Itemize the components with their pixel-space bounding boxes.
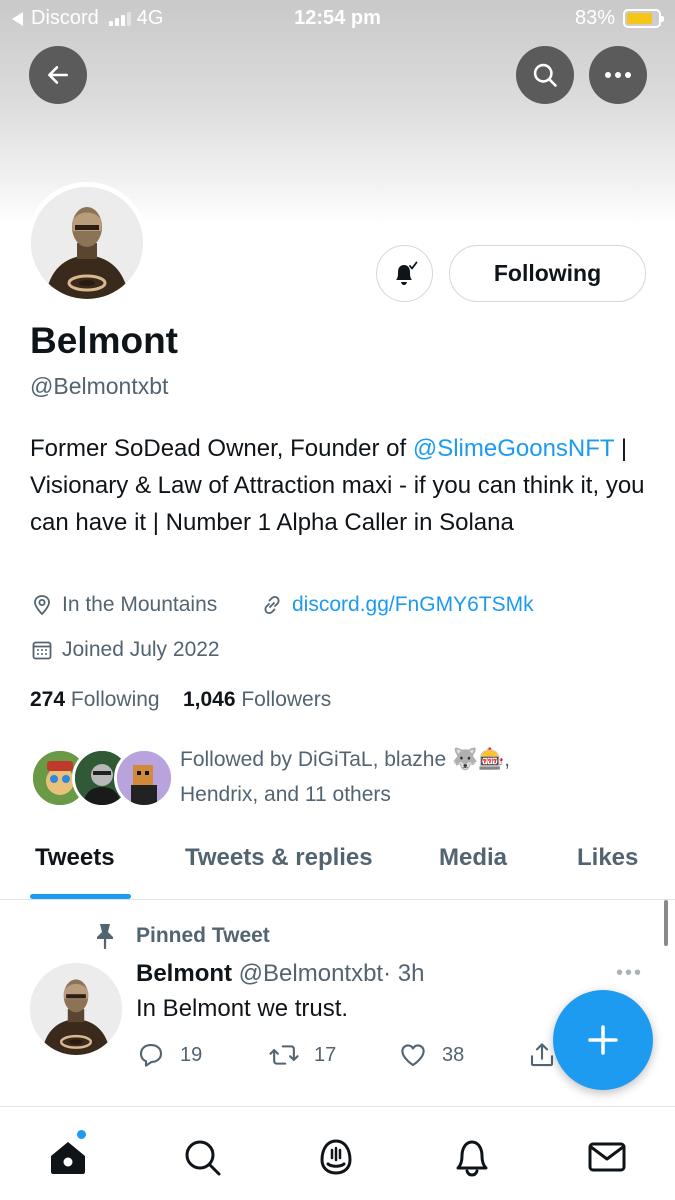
back-button[interactable]	[29, 46, 87, 104]
followed-by-avatars[interactable]	[30, 748, 174, 810]
following-count: 274	[30, 688, 66, 711]
reply-icon	[139, 1043, 163, 1067]
followers-label: Followers	[241, 688, 332, 711]
search-button[interactable]	[516, 46, 574, 104]
reply-button[interactable]: 19	[136, 1040, 202, 1070]
tweet-author-avatar[interactable]	[30, 963, 122, 1055]
nav-spaces[interactable]	[314, 1135, 358, 1179]
followed-by-text[interactable]: Followed by DiGiTaL, blazhe 🐺🎰, Hendrix,…	[180, 742, 620, 812]
nav-notifications[interactable]	[450, 1135, 494, 1179]
pinned-text: Pinned Tweet	[136, 924, 270, 947]
bottom-navigation	[0, 1107, 675, 1200]
retweet-count: 17	[314, 1043, 337, 1066]
active-tab-indicator	[30, 894, 131, 899]
retweet-button[interactable]: 17	[268, 1040, 336, 1070]
following-label: Following	[70, 688, 160, 711]
more-horizontal-icon	[605, 72, 631, 78]
bio-text: Former SoDead Owner, Founder of	[30, 435, 413, 462]
link-icon	[260, 593, 284, 617]
notification-bell-icon	[395, 261, 417, 285]
following-button[interactable]: Following	[449, 245, 646, 302]
profile-avatar[interactable]	[26, 182, 148, 304]
profile-location: In the Mountains	[30, 593, 217, 617]
follower-avatar	[114, 748, 174, 808]
tab-media[interactable]: Media	[439, 844, 507, 872]
followed-by-line2: Hendrix, and 11 others	[180, 783, 391, 806]
tab-tweets[interactable]: Tweets	[35, 844, 115, 872]
search-icon	[185, 1140, 221, 1176]
tab-likes[interactable]: Likes	[577, 844, 638, 872]
joined-text: Joined July 2022	[62, 638, 220, 661]
website-link[interactable]: discord.gg/FnGMY6TSMk	[292, 593, 534, 617]
notification-bell-button[interactable]	[376, 245, 433, 302]
mail-icon	[588, 1142, 626, 1172]
followers-count: 1,046	[182, 688, 236, 711]
home-icon	[51, 1142, 85, 1174]
profile-handle: @Belmontxbt	[30, 373, 169, 399]
plus-icon	[588, 1025, 618, 1055]
like-button[interactable]: 38	[398, 1040, 464, 1070]
tweet-more-options-icon[interactable]: •••	[616, 962, 643, 985]
avatar-image	[31, 187, 143, 299]
heart-icon	[401, 1044, 425, 1067]
pinned-tweet-label: Pinned Tweet	[92, 922, 270, 950]
tweet-time: · 3h	[383, 960, 425, 987]
nav-search[interactable]	[180, 1135, 224, 1179]
profile-tabs: Tweets Tweets & replies Media Likes	[0, 828, 675, 900]
arrow-left-icon	[48, 66, 68, 84]
following-count-link[interactable]: 274 Following	[30, 688, 160, 711]
location-pin-icon	[30, 593, 54, 617]
status-bar: Discord 4G 12:54 pm 83%	[0, 0, 675, 40]
battery-percent: 83%	[574, 7, 615, 29]
search-icon	[533, 63, 557, 87]
bio-mention-link[interactable]: @SlimeGoonsNFT	[413, 435, 614, 462]
retweet-icon	[269, 1045, 299, 1065]
tweet-author-handle[interactable]: @Belmontxbt	[239, 960, 383, 987]
compose-tweet-button[interactable]	[553, 990, 653, 1090]
home-new-content-dot	[77, 1130, 86, 1139]
profile-name: Belmont	[30, 320, 178, 361]
tweet-text[interactable]: In Belmont we trust.	[136, 995, 348, 1023]
profile-bio: Former SoDead Owner, Founder of @SlimeGo…	[30, 430, 645, 541]
follow-counts: 274 Following 1,046 Followers	[30, 688, 331, 712]
more-options-button[interactable]	[589, 46, 647, 104]
spaces-icon	[320, 1139, 352, 1175]
profile-website[interactable]: discord.gg/FnGMY6TSMk	[260, 593, 534, 617]
bell-icon	[456, 1140, 488, 1177]
followed-by-line1: Followed by DiGiTaL, blazhe 🐺🎰,	[180, 748, 511, 771]
followers-count-link[interactable]: 1,046 Followers	[183, 688, 331, 711]
clock: 12:54 pm	[294, 7, 381, 29]
tweet-header: Belmont @Belmontxbt· 3h	[136, 960, 424, 988]
avatar-image	[30, 963, 122, 1055]
pin-icon	[92, 922, 122, 950]
like-count: 38	[442, 1043, 465, 1066]
reply-count: 19	[180, 1043, 203, 1066]
battery-icon	[623, 9, 664, 28]
tab-tweets-and-replies[interactable]: Tweets & replies	[185, 844, 373, 872]
nav-home[interactable]	[46, 1130, 90, 1179]
nav-messages[interactable]	[585, 1135, 629, 1179]
scrollbar[interactable]	[664, 900, 668, 946]
calendar-icon	[30, 638, 54, 662]
tweet-author-name[interactable]: Belmont	[136, 960, 232, 987]
profile-joined-date: Joined July 2022	[30, 638, 220, 662]
location-text: In the Mountains	[62, 593, 218, 616]
